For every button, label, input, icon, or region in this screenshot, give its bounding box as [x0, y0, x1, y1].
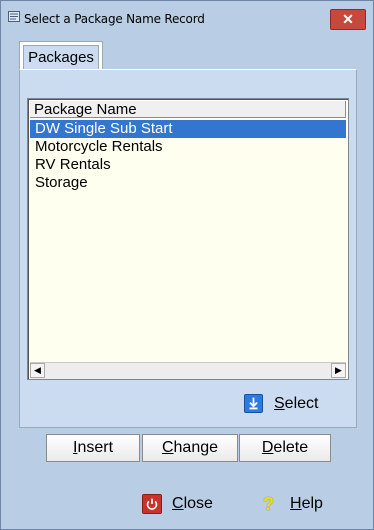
tab-packages-label: Packages [23, 45, 99, 70]
select-label: Select [274, 395, 319, 412]
help-label: Help [290, 495, 323, 512]
scroll-left-icon[interactable]: ◀ [30, 363, 45, 378]
column-header-package-name[interactable]: Package Name [30, 101, 346, 118]
delete-button[interactable]: Delete [239, 434, 331, 462]
insert-button[interactable]: Insert [46, 434, 140, 462]
title-bar[interactable]: Select a Package Name Record ✕ [1, 1, 373, 31]
help-button[interactable]: ? Help [263, 493, 343, 517]
close-label: Close [172, 495, 213, 512]
list-item[interactable]: Storage [30, 174, 346, 192]
tab-packages[interactable]: Packages [19, 41, 103, 70]
select-button[interactable]: Select [244, 392, 334, 416]
list-item[interactable]: Motorcycle Rentals [30, 138, 346, 156]
list-item-selected[interactable]: DW Single Sub Start [30, 120, 346, 138]
select-arrow-icon [244, 394, 263, 413]
power-icon [142, 494, 162, 514]
list-item[interactable]: RV Rentals [30, 156, 346, 174]
form-icon [8, 11, 20, 22]
change-button[interactable]: Change [142, 434, 238, 462]
horizontal-scrollbar[interactable]: ◀ ▶ [30, 362, 346, 379]
question-icon: ? [263, 494, 274, 514]
dialog-window: Select a Package Name Record ✕ Packages … [0, 0, 374, 530]
package-listbox[interactable]: Package Name DW Single Sub Start Motorcy… [27, 98, 349, 380]
close-button[interactable]: Close [142, 493, 232, 517]
window-title: Select a Package Name Record [24, 12, 205, 26]
scroll-right-icon[interactable]: ▶ [331, 363, 346, 378]
window-close-button[interactable]: ✕ [330, 9, 366, 30]
